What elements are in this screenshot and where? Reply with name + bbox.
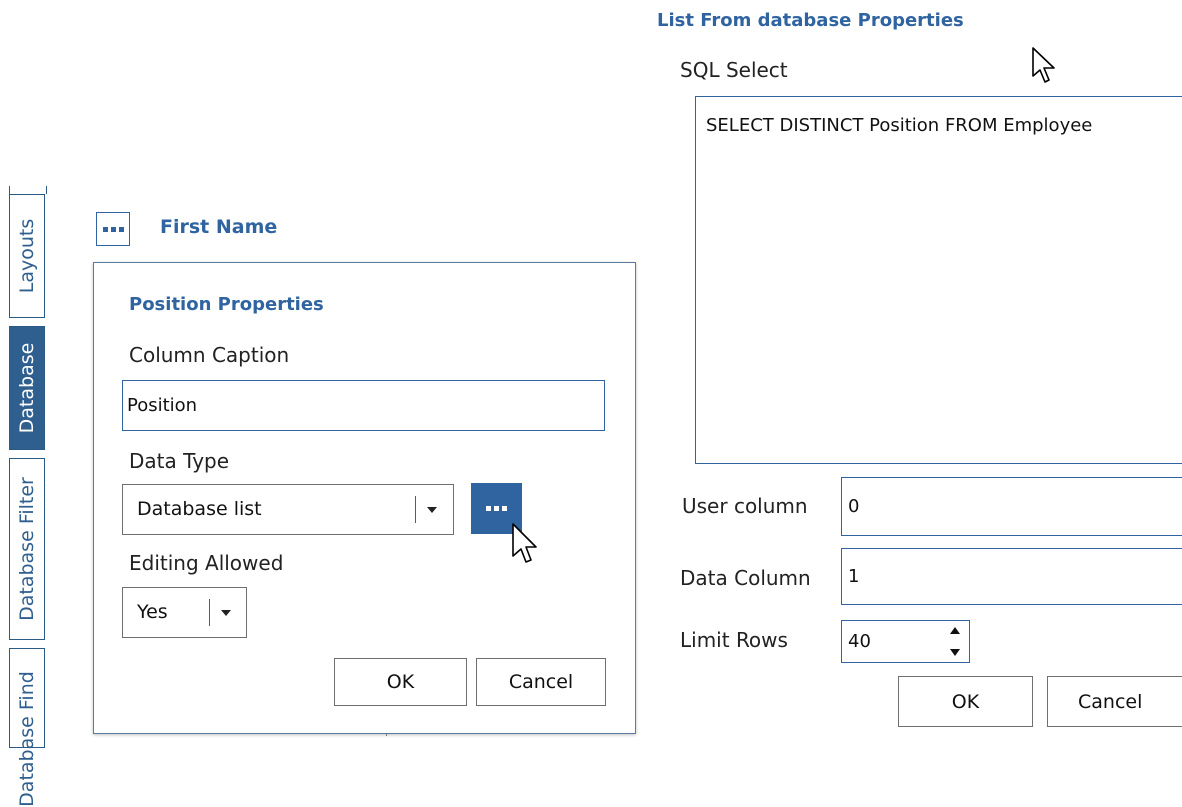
- sql-select-label: SQL Select: [680, 58, 788, 82]
- data-column-label: Data Column: [680, 566, 811, 590]
- editing-allowed-select[interactable]: Yes: [122, 587, 247, 638]
- tab-database-label: Database: [16, 342, 38, 434]
- chevron-down-icon: [221, 610, 231, 616]
- tab-database[interactable]: Database: [9, 326, 45, 450]
- dialog-ok-button[interactable]: OK: [334, 658, 467, 706]
- column-caption-value: Position: [127, 395, 198, 416]
- tab-database-filter[interactable]: Database Filter: [9, 458, 45, 640]
- data-column-input[interactable]: 1: [841, 548, 1182, 605]
- sql-select-textarea[interactable]: SELECT DISTINCT Position FROM Employee: [695, 96, 1182, 464]
- editing-allowed-value: Yes: [137, 601, 168, 623]
- select-separator: [415, 496, 416, 523]
- limit-rows-stepper[interactable]: 40: [841, 620, 970, 663]
- sql-select-value: SELECT DISTINCT Position FROM Employee: [706, 115, 1093, 136]
- tab-layouts[interactable]: Layouts: [9, 194, 45, 318]
- dot-icon: [102, 226, 108, 232]
- limit-rows-value: 40: [848, 631, 871, 652]
- select-separator: [209, 599, 210, 626]
- mouse-cursor-icon: [512, 523, 537, 563]
- dialog-cancel-button[interactable]: Cancel: [476, 658, 606, 706]
- column-caption-input[interactable]: Position: [122, 380, 605, 431]
- user-column-input[interactable]: 0: [841, 477, 1182, 536]
- column-menu-button[interactable]: [96, 212, 130, 246]
- user-column-value: 0: [848, 496, 860, 517]
- tab-database-find[interactable]: Database Find: [9, 648, 45, 807]
- mouse-cursor-icon: [1032, 47, 1055, 83]
- db-panel-cancel-button[interactable]: Cancel: [1047, 676, 1182, 727]
- dot-icon: [502, 506, 507, 511]
- stepper-down-icon[interactable]: [950, 649, 960, 656]
- dialog-title: Position Properties: [129, 294, 324, 315]
- column-caption-label: Column Caption: [129, 343, 290, 367]
- db-list-panel-title: List From database Properties: [657, 10, 964, 31]
- dot-icon: [110, 226, 116, 232]
- db-panel-ok-button[interactable]: OK: [898, 676, 1033, 727]
- limit-rows-label: Limit Rows: [680, 628, 788, 652]
- user-column-label: User column: [682, 494, 808, 518]
- column-header-title: First Name: [160, 216, 278, 238]
- tab-database-find-label: Database Find: [16, 671, 38, 807]
- side-tab-strip-edge: [9, 186, 47, 194]
- data-type-select[interactable]: Database list: [122, 484, 454, 535]
- tab-layouts-label: Layouts: [16, 218, 38, 294]
- dot-icon: [118, 226, 124, 232]
- data-column-value: 1: [848, 566, 860, 587]
- data-type-label: Data Type: [129, 449, 230, 473]
- stepper-up-icon[interactable]: [950, 627, 960, 634]
- dot-icon: [494, 506, 499, 511]
- tab-database-filter-label: Database Filter: [16, 477, 38, 621]
- dot-icon: [486, 506, 491, 511]
- chevron-down-icon: [427, 507, 437, 513]
- editing-allowed-label: Editing Allowed: [129, 551, 284, 575]
- data-type-value: Database list: [137, 498, 262, 520]
